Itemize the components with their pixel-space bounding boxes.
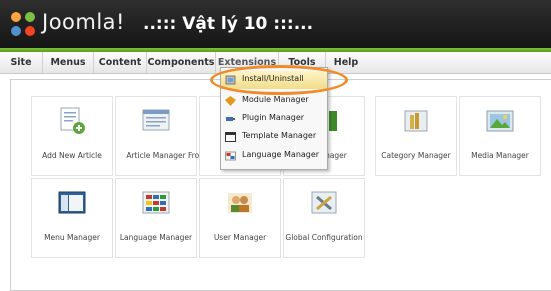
language-icon <box>225 151 236 161</box>
module-icon <box>225 96 236 106</box>
highlight-annotation-ring <box>210 65 348 95</box>
menu-item-template-manager[interactable]: Template Manager <box>221 128 327 146</box>
plugin-icon <box>226 117 235 121</box>
language-manager-icon <box>142 191 170 214</box>
media-manager-icon <box>486 110 514 132</box>
tile-language-manager[interactable]: Language Manager <box>115 178 197 258</box>
menu-item-plugin-manager[interactable]: Plugin Manager <box>221 110 327 128</box>
menu-site[interactable]: Site <box>0 52 43 73</box>
tile-article-manager[interactable]: Article Manager <box>115 96 197 176</box>
tile-media-manager[interactable]: Media Manager <box>459 96 541 176</box>
global-configuration-icon <box>311 191 337 214</box>
admin-header: Joomla! ..::: Vật lý 10 :::... <box>0 0 551 48</box>
tile-menu-manager[interactable]: Menu Manager <box>31 178 113 258</box>
menu-item-label: Plugin Manager <box>242 113 305 122</box>
menu-manager-icon <box>58 191 86 214</box>
menu-menus[interactable]: Menus <box>43 52 94 73</box>
tile-user-manager[interactable]: User Manager <box>199 178 281 258</box>
tile-global-configuration[interactable]: Global Configuration <box>283 178 365 258</box>
tile-category-manager[interactable]: Category Manager <box>375 96 457 176</box>
category-manager-icon <box>404 110 428 132</box>
user-manager-icon <box>228 193 252 213</box>
menu-item-label: Module Manager <box>242 95 309 104</box>
template-icon <box>225 132 236 142</box>
menu-item-label: Language Manager <box>242 150 320 159</box>
tile-label: Media Manager <box>471 151 529 160</box>
site-title: ..::: Vật lý 10 :::... <box>143 14 314 34</box>
joomla-logo-icon <box>11 12 35 36</box>
article-manager-icon <box>142 109 170 131</box>
menu-components[interactable]: Components <box>147 52 216 73</box>
tile-add-new-article[interactable]: Add New Article <box>31 96 113 176</box>
menu-content[interactable]: Content <box>94 52 147 73</box>
add-article-icon <box>60 107 85 134</box>
brand-name: Joomla! <box>42 10 125 34</box>
menu-item-label: Template Manager <box>242 131 317 140</box>
menu-item-language-manager[interactable]: Language Manager <box>221 147 327 165</box>
tile-label: Global Configuration <box>285 233 363 242</box>
